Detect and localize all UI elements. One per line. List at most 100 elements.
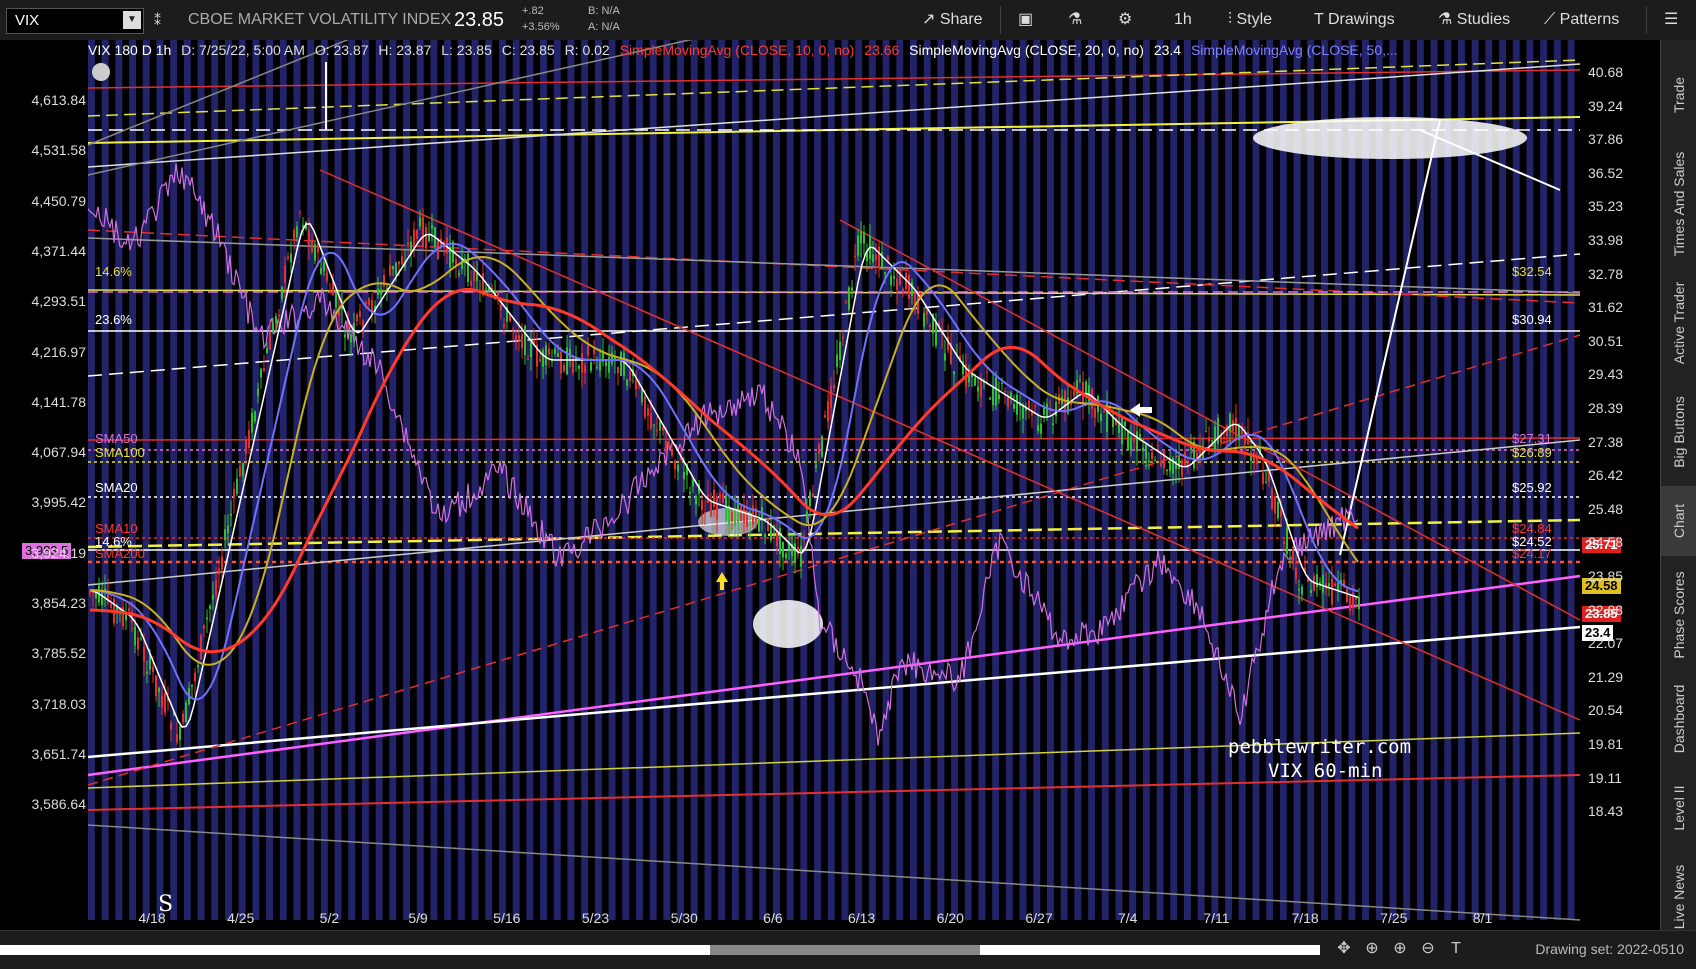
tab-phase-scores[interactable]: Phase Scores (1661, 560, 1696, 670)
candle-body (890, 275, 892, 286)
candle-body (821, 436, 823, 457)
left-axis-label: 3,995.42 (31, 494, 87, 511)
candle-body (515, 335, 517, 341)
right-axis-label: 33.98 (1588, 232, 1624, 248)
candle-body (884, 272, 886, 274)
candle-body (476, 272, 478, 281)
left-axis-label: 3,854.23 (31, 595, 87, 611)
candle-body (1331, 578, 1333, 605)
candle-body (1319, 582, 1321, 584)
candle-body (392, 265, 394, 270)
sma10-legend[interactable]: SimpleMovingAvg (CLOSE, 10, 0, no) (620, 42, 855, 58)
right-axis-label: 20.54 (1588, 702, 1624, 719)
symbol-selector[interactable]: VIX ▼ (6, 8, 144, 34)
tab-big-buttons[interactable]: Big Buttons (1661, 382, 1696, 482)
candle-body (623, 352, 625, 376)
flask-button[interactable]: ⚗ (1064, 6, 1086, 34)
candle-body (800, 545, 802, 567)
time-axis-label: 6/6 (763, 910, 783, 926)
candle-body (836, 354, 838, 368)
candle-body (767, 517, 769, 531)
candle-body (1181, 460, 1183, 477)
candle-body (1103, 411, 1105, 413)
candle-body (230, 513, 232, 516)
candle-body (281, 287, 283, 299)
zoom-in-icon[interactable]: ⊕ (1390, 939, 1410, 959)
pattern-icon: ⟋ (1544, 11, 1556, 28)
candle-body (887, 256, 889, 260)
candle-body (722, 493, 724, 503)
tab-times-and-sales[interactable]: Times And Sales (1661, 144, 1696, 264)
candle-body (563, 364, 565, 372)
time-axis-label: 7/25 (1380, 910, 1408, 926)
sma50-legend[interactable]: SimpleMovingAvg (CLOSE, 50,... (1191, 42, 1398, 58)
drawings-button[interactable]: T Drawings (1310, 6, 1399, 34)
candle-body (695, 496, 697, 505)
menu-button[interactable]: ☰ (1660, 6, 1682, 34)
left-axis-label: 4,371.44 (31, 242, 87, 259)
share-button[interactable]: ↗ Share (918, 6, 987, 34)
candle-body (179, 726, 181, 740)
candle-body (242, 462, 244, 477)
time-axis-label: 7/11 (1203, 910, 1230, 926)
candle-body (896, 278, 898, 291)
right-axis-label: 37.86 (1588, 131, 1624, 148)
text-tool-icon[interactable]: T (1446, 939, 1466, 959)
settings-button[interactable]: ⚙ (1114, 6, 1136, 34)
chart-canvas[interactable] (0, 40, 1660, 930)
candle-body (1205, 431, 1207, 433)
tab-trade[interactable]: Trade (1661, 50, 1696, 140)
candle-body (692, 479, 694, 487)
crosshair-icon[interactable]: ⊕ (1362, 939, 1382, 959)
zoom-out-icon[interactable]: ⊖ (1418, 939, 1438, 959)
tab-dashboard[interactable]: Dashboard (1661, 674, 1696, 764)
candle-body (263, 368, 265, 372)
share-label: Share (939, 11, 983, 28)
candle-body (566, 347, 568, 375)
tab-live-news[interactable]: Live News (1661, 852, 1696, 942)
candle-body (923, 312, 925, 327)
candle-body (926, 309, 928, 315)
candle-body (542, 349, 544, 367)
candle-body (1292, 549, 1294, 564)
timeframe-button[interactable]: 1h (1170, 6, 1196, 34)
candle-body (671, 450, 673, 456)
horizontal-scrollbar[interactable] (0, 945, 1320, 955)
chevron-down-icon[interactable]: ▼ (123, 11, 141, 29)
watermark-line2: VIX 60-min (1268, 760, 1383, 782)
candle-body (854, 255, 856, 258)
chart-area[interactable]: VIX 180 D 1h D: 7/25/22, 5:00 AM O: 23.8… (0, 40, 1660, 930)
candle-body (593, 349, 595, 354)
candle-body (1301, 586, 1303, 595)
sma20-legend[interactable]: SimpleMovingAvg (CLOSE, 20, 0, no) (909, 42, 1144, 58)
candle-body (617, 367, 619, 373)
candle-body (1133, 439, 1135, 442)
move-icon[interactable]: ✥ (1334, 939, 1354, 959)
style-button[interactable]: ⫶ Style (1224, 6, 1276, 34)
candle-body (158, 687, 160, 693)
candle-body (1358, 596, 1360, 610)
sma10-value: 23.66 (864, 42, 900, 58)
level-label: $27.31 (1512, 431, 1552, 446)
candle-body (389, 265, 391, 276)
candle-body (1262, 472, 1264, 484)
link-icon[interactable]: ⁑ (154, 0, 161, 40)
candle-body (248, 430, 250, 449)
patterns-button[interactable]: ⟋ Patterns (1540, 6, 1623, 34)
scrollbar-thumb[interactable] (710, 945, 980, 955)
studies-button[interactable]: ⚗ Studies (1434, 6, 1514, 34)
left-axis-label: 4,067.94 (31, 444, 87, 461)
snapshot-button[interactable]: ▣ (1014, 6, 1037, 34)
candle-body (197, 664, 199, 668)
candle-body (503, 323, 505, 328)
candle-body (662, 426, 664, 431)
candle-body (872, 254, 874, 262)
tab-level-ii[interactable]: Level II (1661, 768, 1696, 848)
candle-body (422, 217, 424, 247)
tab-active-trader[interactable]: Active Trader (1661, 268, 1696, 378)
candle-body (1094, 408, 1096, 418)
tab-chart[interactable]: Chart (1661, 486, 1696, 556)
candle-body (893, 276, 895, 279)
candle-body (1334, 583, 1336, 587)
right-axis-label: 27.38 (1588, 433, 1624, 450)
